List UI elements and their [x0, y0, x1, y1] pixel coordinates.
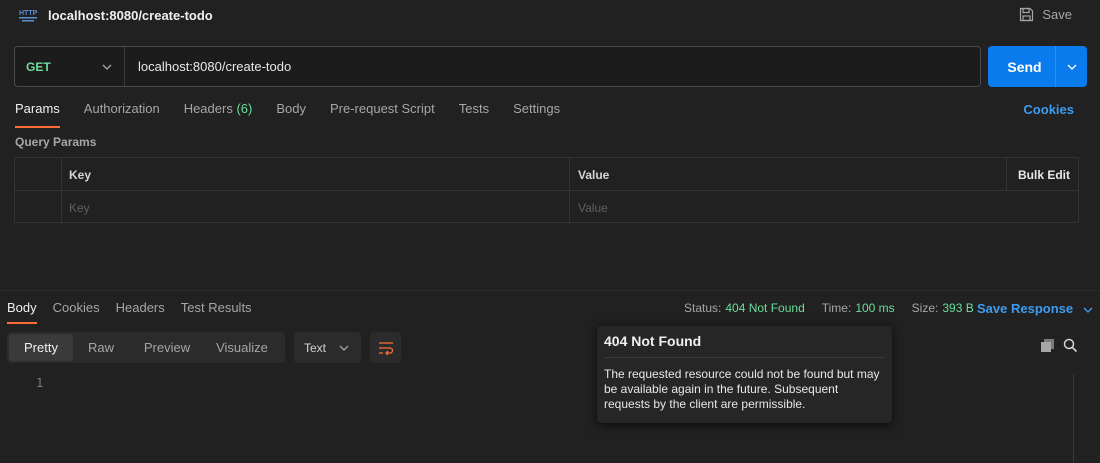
status-tooltip: 404 Not Found The requested resource cou… — [597, 326, 892, 423]
request-tabs: Params Authorization Headers (6) Body Pr… — [15, 101, 584, 128]
wrap-icon — [378, 341, 393, 355]
url-bar: GET localhost:8080/create-todo — [14, 46, 981, 87]
value-input[interactable]: Value — [570, 191, 1078, 224]
tab-label: Tests — [458, 101, 490, 116]
response-meta: Status: 404 Not Found Time: 100 ms Size:… — [684, 301, 974, 315]
view-mode-selector: Pretty Raw Preview Visualize — [7, 332, 285, 363]
cookies-link[interactable]: Cookies — [1023, 102, 1074, 117]
scrollbar[interactable] — [1073, 374, 1074, 463]
tab-response-headers[interactable]: Headers — [116, 300, 165, 324]
method-label: GET — [26, 59, 51, 74]
send-options-button[interactable] — [1055, 46, 1087, 87]
method-select[interactable]: GET — [15, 47, 125, 86]
status-label: Status: — [684, 301, 722, 315]
url-input[interactable]: localhost:8080/create-todo — [125, 59, 291, 74]
tab-pre-request-script[interactable]: Pre-request Script — [330, 101, 435, 127]
row-checkbox[interactable] — [15, 191, 62, 224]
tab-label: Cookies — [52, 300, 100, 315]
svg-text:HTTP: HTTP — [19, 10, 38, 17]
query-params-table: Key Value Bulk Edit Key Value — [14, 157, 1079, 224]
size-value[interactable]: 393 B — [942, 301, 973, 315]
tab-label: Params — [15, 101, 60, 116]
response-divider[interactable] — [0, 290, 1100, 291]
chevron-down-icon — [339, 345, 349, 351]
time-label: Time: — [821, 301, 852, 315]
tab-response-cookies[interactable]: Cookies — [53, 300, 100, 324]
view-preview[interactable]: Preview — [129, 334, 205, 361]
key-header: Key — [62, 158, 570, 190]
view-pretty[interactable]: Pretty — [9, 334, 73, 361]
bulk-edit-button[interactable]: Bulk Edit — [1006, 158, 1078, 190]
http-icon: HTTP — [19, 10, 38, 22]
save-button[interactable]: Save — [1019, 7, 1072, 22]
chevron-down-icon — [102, 64, 112, 70]
tab-body[interactable]: Body — [276, 101, 306, 127]
search-icon[interactable] — [1063, 338, 1078, 353]
tab-headers[interactable]: Headers (6) — [184, 101, 253, 127]
tab-label: Body — [7, 300, 37, 315]
tab-authorization[interactable]: Authorization — [84, 101, 160, 127]
tab-label: Headers — [183, 101, 233, 116]
line-number: 1 — [36, 376, 44, 390]
time-value[interactable]: 100 ms — [855, 301, 894, 315]
size-label: Size: — [911, 301, 939, 315]
tab-tests[interactable]: Tests — [459, 101, 489, 127]
headers-count: (6) — [236, 101, 253, 116]
request-title[interactable]: localhost:8080/create-todo — [48, 8, 213, 23]
wrap-lines-button[interactable] — [370, 332, 401, 363]
value-header: Value — [578, 168, 610, 182]
tab-label: Headers — [115, 300, 165, 315]
save-label: Save — [1042, 7, 1072, 22]
tab-params[interactable]: Params — [15, 101, 60, 128]
chevron-down-icon — [1067, 64, 1076, 70]
tab-label: Pre-request Script — [329, 101, 435, 116]
send-button[interactable]: Send — [988, 46, 1087, 87]
tooltip-body: The requested resource could not be foun… — [604, 367, 880, 411]
send-label: Send — [1007, 58, 1042, 75]
format-label: Text — [304, 340, 327, 355]
save-response-button[interactable]: Save Response — [977, 301, 1093, 316]
tab-settings[interactable]: Settings — [513, 101, 560, 127]
tooltip-title: 404 Not Found — [604, 333, 885, 358]
table-header-row: Key Value Bulk Edit — [15, 158, 1078, 191]
chevron-down-icon — [1083, 307, 1093, 313]
tab-label: Test Results — [180, 300, 252, 315]
status-value[interactable]: 404 Not Found — [725, 301, 804, 315]
key-input[interactable]: Key — [62, 191, 570, 224]
copy-icon[interactable] — [1040, 338, 1055, 353]
checkbox-column — [15, 158, 62, 190]
tab-test-results[interactable]: Test Results — [181, 300, 252, 324]
save-icon — [1020, 7, 1034, 22]
table-row: Key Value — [15, 191, 1078, 224]
request-header: HTTP localhost:8080/create-todo Save — [0, 0, 1100, 32]
tab-label: Authorization — [83, 101, 160, 116]
response-tabs: Body Cookies Headers Test Results — [7, 300, 268, 324]
tab-label: Body — [276, 101, 306, 116]
tab-response-body[interactable]: Body — [7, 300, 37, 324]
view-visualize[interactable]: Visualize — [205, 334, 279, 361]
tab-label: Settings — [513, 101, 561, 116]
format-select[interactable]: Text — [294, 332, 361, 363]
view-raw[interactable]: Raw — [73, 334, 129, 361]
save-response-label: Save Response — [977, 301, 1074, 316]
query-params-title: Query Params — [15, 135, 97, 149]
